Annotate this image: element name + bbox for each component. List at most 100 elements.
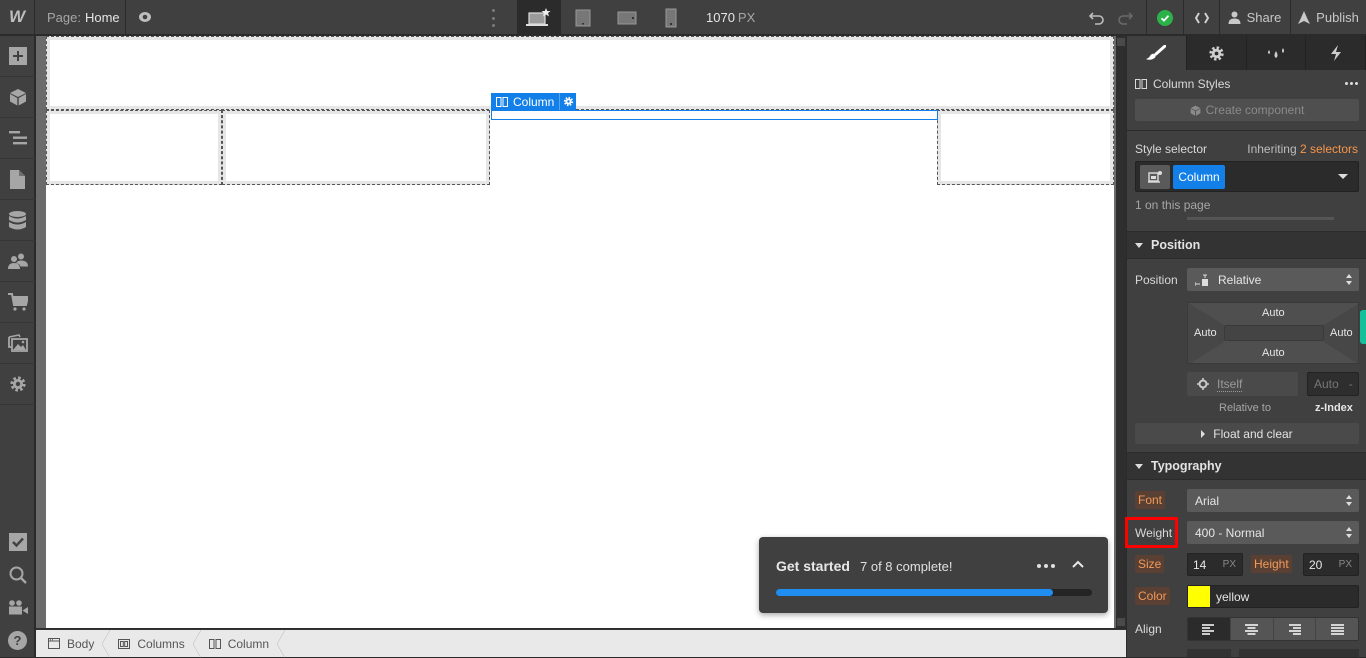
font-size-input[interactable]: 14 PX [1187, 553, 1243, 576]
font-select[interactable]: Arial [1187, 489, 1359, 512]
section-block[interactable] [46, 36, 1114, 110]
device-mobile-portrait[interactable] [649, 0, 693, 35]
relative-to-value: Itself [1217, 376, 1243, 392]
tab-style-manager[interactable] [1247, 36, 1307, 70]
publish-status-button[interactable] [1146, 0, 1182, 35]
get-started-progress-text: 7 of 8 complete! [860, 559, 953, 574]
breadcrumb-column[interactable]: Column [197, 629, 286, 658]
breadcrumb-columns[interactable]: Columns [106, 629, 202, 658]
position-bottom-value[interactable]: Auto [1262, 347, 1285, 359]
cms-button[interactable] [0, 200, 35, 241]
weight-select[interactable]: 400 - Normal [1187, 521, 1359, 544]
element-settings-button[interactable] [560, 93, 576, 110]
pages-button[interactable] [0, 159, 35, 200]
page-selector[interactable]: Page: Home [35, 0, 126, 35]
selected-element-label[interactable]: Column [491, 93, 561, 110]
share-button[interactable]: Share [1219, 0, 1289, 35]
breadcrumb: Body Columns Column [36, 629, 1126, 658]
caret-down-icon [1135, 463, 1143, 469]
preview-button[interactable] [126, 0, 164, 35]
add-panel-button[interactable] [0, 36, 35, 77]
float-and-clear-toggle[interactable]: Float and clear [1135, 423, 1359, 444]
position-top-value[interactable]: Auto [1262, 307, 1285, 319]
tab-interactions[interactable] [1306, 36, 1366, 70]
selector-state-button[interactable] [1140, 165, 1170, 189]
column-2[interactable] [222, 110, 490, 185]
more-options-icon[interactable] [487, 9, 499, 27]
publish-button[interactable]: Publish [1290, 0, 1366, 35]
align-left-button[interactable] [1188, 618, 1231, 640]
font-label: Font [1135, 491, 1166, 509]
breadcrumb-label: Columns [137, 636, 185, 651]
font-size-unit[interactable]: PX [1223, 559, 1236, 570]
style-more-options-icon[interactable] [1345, 82, 1358, 85]
scroll-down-arrow[interactable] [1117, 618, 1125, 626]
select-arrows-icon [1346, 527, 1352, 538]
breadcrumb-label: Column [227, 636, 270, 651]
position-select[interactable]: Relative [1187, 268, 1359, 291]
column-4[interactable] [937, 110, 1114, 185]
video-tutorials-button[interactable] [0, 591, 35, 624]
inheriting-selectors-link[interactable]: 2 selectors [1300, 142, 1358, 156]
settings-button[interactable] [0, 364, 35, 405]
ecommerce-button[interactable] [0, 282, 35, 323]
selector-tag-column[interactable]: Column [1173, 165, 1225, 189]
line-height-unit[interactable]: PX [1339, 559, 1352, 570]
select-arrows-icon [1346, 274, 1352, 285]
align-justify-button[interactable] [1316, 618, 1358, 640]
align-center-button[interactable] [1230, 618, 1274, 640]
device-mobile-landscape[interactable] [605, 0, 649, 35]
audit-button[interactable] [0, 525, 35, 558]
webflow-logo[interactable]: W [0, 0, 35, 35]
selected-element-badge[interactable]: Column [491, 93, 577, 110]
line-height-input[interactable]: 20 PX [1303, 553, 1359, 576]
column-3-selected[interactable] [490, 110, 938, 185]
help-icon: ? [8, 631, 27, 650]
assets-button[interactable] [0, 323, 35, 364]
selected-element-outline[interactable] [491, 110, 938, 120]
color-swatch[interactable] [1188, 586, 1210, 607]
code-export-button[interactable] [1183, 0, 1219, 35]
style-selector-field[interactable]: Column [1135, 161, 1359, 192]
device-desktop-base[interactable] [517, 0, 561, 35]
line-height-value: 20 [1309, 557, 1323, 572]
position-left-value[interactable]: Auto [1194, 327, 1217, 339]
zindex-input[interactable]: Auto - [1307, 372, 1359, 396]
column-icon [208, 638, 221, 649]
tab-settings[interactable] [1187, 36, 1247, 70]
users-button[interactable] [0, 241, 35, 282]
get-started-widget[interactable]: Get started 7 of 8 complete! [759, 537, 1108, 613]
components-button[interactable] [0, 77, 35, 118]
video-camera-icon [8, 600, 28, 615]
color-input[interactable]: yellow [1187, 585, 1359, 608]
position-right-value[interactable]: Auto [1330, 327, 1353, 339]
search-button[interactable] [0, 558, 35, 591]
position-section-header[interactable]: Position [1127, 231, 1366, 259]
undo-icon[interactable] [1089, 11, 1105, 25]
page-prefix: Page: [47, 9, 81, 25]
weight-value: 400 - Normal [1195, 525, 1265, 540]
scroll-up-arrow[interactable] [1117, 38, 1125, 46]
chevron-down-icon[interactable] [1338, 174, 1348, 179]
crosshair-icon [1197, 378, 1209, 390]
redo-icon[interactable] [1117, 11, 1133, 25]
size-label: Size [1135, 555, 1165, 573]
help-button[interactable]: ? [0, 624, 35, 657]
breadcrumb-body[interactable]: Body [36, 629, 111, 658]
device-tablet[interactable] [561, 0, 605, 35]
cube-icon [9, 89, 26, 106]
navigator-button[interactable] [0, 118, 35, 159]
column-1[interactable] [46, 110, 222, 185]
relative-to-selector[interactable]: Itself [1187, 372, 1298, 396]
collapse-button[interactable] [1072, 557, 1084, 571]
align-right-button[interactable] [1273, 618, 1317, 640]
tab-style[interactable] [1127, 36, 1187, 70]
more-options-icon[interactable] [1037, 564, 1055, 568]
drops-icon [1267, 48, 1284, 58]
typography-section-header[interactable]: Typography [1127, 452, 1366, 480]
create-component-button[interactable]: Create component [1135, 99, 1359, 121]
desktop-star-icon [526, 7, 551, 26]
weight-label-highlight [1125, 517, 1178, 548]
panel-edge-handle[interactable] [1360, 310, 1366, 344]
columns-icon [118, 638, 131, 649]
